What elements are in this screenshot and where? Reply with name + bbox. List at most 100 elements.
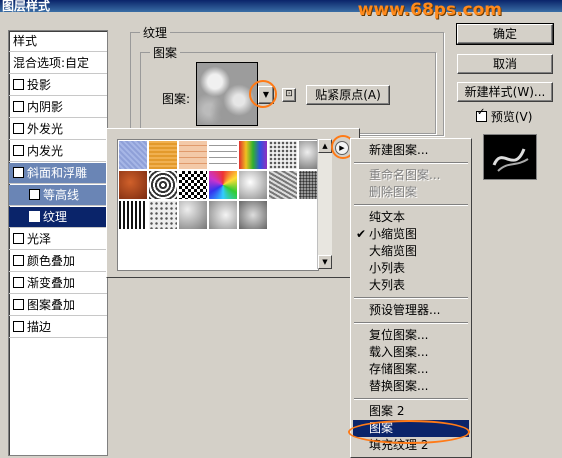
menu-item-5[interactable]: 纯文本 <box>353 209 469 226</box>
menu-item-18[interactable]: 图案 2 <box>353 403 469 420</box>
cancel-button[interactable]: 取消 <box>457 54 553 74</box>
checkbox-icon[interactable] <box>13 79 24 90</box>
style-item-label: 斜面和浮雕 <box>27 166 88 180</box>
style-list-header: 样式 <box>9 31 107 52</box>
menu-item-label: 载入图案... <box>369 345 429 359</box>
pattern-swatch-dots[interactable] <box>148 200 178 230</box>
style-item-7[interactable]: 光泽 <box>9 229 107 250</box>
style-item-label: 等高线 <box>43 188 80 202</box>
pattern-swatch-grid[interactable] <box>208 140 238 170</box>
blend-options-item[interactable]: 混合选项:自定 <box>9 53 107 74</box>
style-item-4[interactable]: 斜面和浮雕 <box>9 163 107 184</box>
checkmark-icon: ✔ <box>356 227 367 241</box>
pattern-swatch-marble[interactable] <box>178 200 208 230</box>
checkbox-icon[interactable] <box>13 145 24 156</box>
pattern-swatch-concentric[interactable] <box>148 170 178 200</box>
menu-item-8[interactable]: 小列表 <box>353 260 469 277</box>
menu-separator <box>354 322 468 324</box>
pattern-swatch-checker[interactable] <box>178 170 208 200</box>
checkbox-icon[interactable] <box>13 277 24 288</box>
menu-item-label: 纯文本 <box>369 210 406 224</box>
pattern-swatch-speckle[interactable] <box>268 140 298 170</box>
preview-checkbox[interactable]: ✓ 预览(V) <box>476 107 533 125</box>
pattern-swatch-rainbow[interactable] <box>238 140 268 170</box>
watermark: www.68ps.com <box>357 0 502 20</box>
menu-item-3[interactable]: 删除图案 <box>353 184 469 201</box>
menu-item-15[interactable]: 存储图案... <box>353 361 469 378</box>
pattern-subgroup-title: 图案 <box>150 44 181 61</box>
checkbox-icon[interactable] <box>13 299 24 310</box>
style-item-label: 投影 <box>27 78 52 92</box>
style-item-label: 渐变叠加 <box>27 276 76 290</box>
window-title: 图层样式 <box>2 0 51 13</box>
pattern-grid <box>117 139 328 271</box>
pattern-flyout-menu: 新建图案... 重命名图案... 删除图案纯文本 ✔ 小缩览图 大缩览图小列表 大列表预设管… <box>350 138 472 458</box>
style-item-label: 纹理 <box>43 210 68 224</box>
pattern-swatch-marble-2[interactable] <box>208 200 238 230</box>
menu-separator <box>354 398 468 400</box>
new-style-button[interactable]: 新建样式(W)... <box>457 82 553 102</box>
style-item-11[interactable]: 描边 <box>9 317 107 338</box>
menu-item-6[interactable]: ✔ 小缩览图 <box>353 226 469 243</box>
menu-item-label: 重命名图案... <box>369 168 441 182</box>
checkbox-icon[interactable] <box>13 101 24 112</box>
menu-item-13[interactable]: 复位图案... <box>353 327 469 344</box>
style-item-label: 光泽 <box>27 232 52 246</box>
checkbox-icon[interactable] <box>13 123 24 134</box>
checkbox-icon[interactable] <box>13 233 24 244</box>
menu-item-label: 大缩览图 <box>369 244 418 258</box>
style-item-8[interactable]: 颜色叠加 <box>9 251 107 272</box>
pattern-swatch-marble-3[interactable] <box>238 200 268 230</box>
pattern-swatch-stripes[interactable] <box>118 200 148 230</box>
preview-check-icon: ✓ <box>476 107 487 122</box>
style-item-label: 颜色叠加 <box>27 254 76 268</box>
new-preset-icon[interactable]: ⊡ <box>282 88 296 102</box>
style-item-9[interactable]: 渐变叠加 <box>9 273 107 294</box>
menu-item-label: 新建图案... <box>369 143 429 157</box>
scroll-down-icon[interactable]: ▼ <box>318 255 332 269</box>
pattern-swatch-rust[interactable] <box>118 170 148 200</box>
style-preview-thumbnail <box>483 134 537 180</box>
checkbox-icon[interactable] <box>13 321 24 332</box>
menu-item-7[interactable]: 大缩览图 <box>353 243 469 260</box>
menu-item-11[interactable]: 预设管理器... <box>353 302 469 319</box>
picker-scrollbar[interactable]: ▲ ▼ <box>317 139 332 269</box>
pattern-swatch-peach-tiles[interactable] <box>178 140 208 170</box>
style-item-10[interactable]: 图案叠加 <box>9 295 107 316</box>
pattern-swatch-multicolor[interactable] <box>208 170 238 200</box>
pattern-swatch-waves[interactable] <box>268 170 298 200</box>
menu-item-2[interactable]: 重命名图案... <box>353 167 469 184</box>
scroll-up-icon[interactable]: ▲ <box>318 139 332 153</box>
style-item-3[interactable]: 内发光 <box>9 141 107 162</box>
style-item-1[interactable]: 内阴影 <box>9 97 107 118</box>
style-item-2[interactable]: 外发光 <box>9 119 107 140</box>
pattern-swatch-clouds[interactable] <box>238 170 268 200</box>
snap-origin-button[interactable]: 贴紧原点(A) <box>306 85 390 105</box>
highlight-ring <box>249 80 277 108</box>
pattern-label: 图案: <box>162 92 191 106</box>
menu-item-14[interactable]: 载入图案... <box>353 344 469 361</box>
ok-button[interactable]: 确定 <box>456 23 554 45</box>
menu-item-label: 复位图案... <box>369 328 429 342</box>
menu-item-0[interactable]: 新建图案... <box>353 142 469 159</box>
menu-item-highlight <box>348 420 470 444</box>
pattern-swatch-orange-fabric[interactable] <box>148 140 178 170</box>
checkbox-icon[interactable] <box>13 255 24 266</box>
style-item-5[interactable]: 等高线 <box>9 185 107 206</box>
checkbox-icon[interactable] <box>29 189 40 200</box>
menu-item-label: 替换图案... <box>369 379 429 393</box>
checkbox-icon[interactable] <box>13 163 24 184</box>
pattern-picker: ▲ ▼ ▶ <box>106 128 360 278</box>
preview-label: 预览(V) <box>490 110 533 124</box>
style-item-label: 外发光 <box>27 122 64 136</box>
texture-group-title: 纹理 <box>140 24 171 41</box>
menu-item-9[interactable]: 大列表 <box>353 277 469 294</box>
menu-item-16[interactable]: 替换图案... <box>353 378 469 395</box>
style-item-label: 内发光 <box>27 144 64 158</box>
pattern-swatch-blue-fabric[interactable] <box>118 140 148 170</box>
style-item-label: 描边 <box>27 320 52 334</box>
checkbox-icon[interactable] <box>29 207 40 228</box>
menu-item-label: 图案 2 <box>369 404 405 418</box>
style-item-6[interactable]: 纹理 <box>9 207 107 228</box>
style-item-0[interactable]: 投影 <box>9 75 107 96</box>
